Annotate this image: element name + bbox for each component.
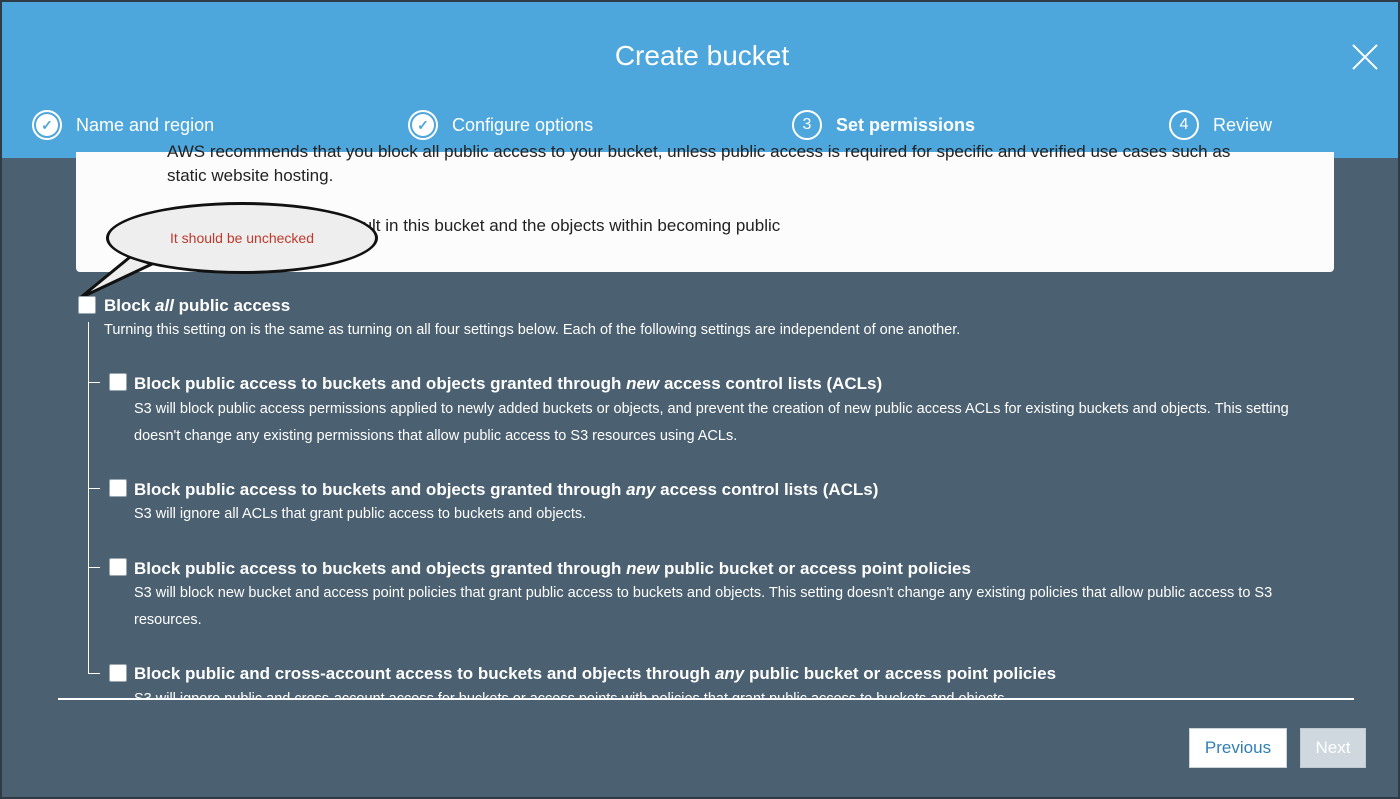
- step-set-permissions[interactable]: 3 Set permissions: [792, 108, 975, 142]
- checkmark-icon: ✓: [408, 110, 438, 140]
- tree-branch: [88, 488, 100, 489]
- checkmark-icon: ✓: [32, 110, 62, 140]
- step-label: Review: [1213, 114, 1273, 135]
- block-cross-account-description: S3 will ignore public and cross-account …: [134, 686, 1334, 698]
- block-cross-account-checkbox[interactable]: [109, 664, 127, 682]
- clip-region: S3 will ignore public and cross-account …: [134, 686, 1334, 698]
- step-name-and-region[interactable]: ✓ Name and region: [32, 108, 214, 142]
- step-label: Name and region: [76, 114, 215, 135]
- block-cross-account-title: Block public and cross-account access to…: [134, 664, 1057, 683]
- tree-line: [88, 322, 89, 674]
- step-number: 4: [1169, 110, 1199, 140]
- step-label: Configure options: [452, 114, 594, 135]
- footer-divider: [58, 698, 1354, 700]
- info-text: AWS recommends that you block all public…: [167, 142, 1231, 161]
- block-new-policies-title: Block public access to buckets and objec…: [134, 559, 971, 578]
- step-configure-options[interactable]: ✓ Configure options: [408, 108, 593, 142]
- info-text: static website hosting.: [167, 166, 334, 185]
- block-any-acls-description: S3 will ignore all ACLs that grant publi…: [134, 506, 587, 522]
- create-bucket-dialog: Create bucket ✓ Name and region ✓ Config…: [0, 0, 1400, 799]
- tree-branch: [88, 673, 100, 674]
- block-new-policies-description: S3 will block new bucket and access poin…: [134, 585, 1273, 628]
- dialog-header: Create bucket ✓ Name and region ✓ Config…: [2, 2, 1398, 158]
- dialog-title: Create bucket: [614, 40, 790, 71]
- previous-button[interactable]: Previous: [1189, 728, 1287, 768]
- next-button[interactable]: Next: [1300, 728, 1366, 768]
- step-number: 3: [792, 110, 822, 140]
- block-all-description: Turning this setting on is the same as t…: [104, 322, 961, 338]
- block-new-acls-description: S3 will block public access permissions …: [134, 401, 1289, 444]
- block-any-acls-title: Block public access to buckets and objec…: [134, 480, 879, 499]
- annotation-text: It should be unchecked: [170, 230, 314, 246]
- block-new-acls-title: Block public access to buckets and objec…: [134, 374, 883, 393]
- block-any-acls-checkbox[interactable]: [109, 479, 127, 497]
- annotation-bubble: It should be unchecked: [106, 202, 378, 274]
- close-icon[interactable]: [1350, 42, 1380, 72]
- block-new-acls-checkbox[interactable]: [109, 373, 127, 391]
- step-review[interactable]: 4 Review: [1169, 108, 1272, 142]
- block-all-checkbox[interactable]: [78, 296, 96, 314]
- step-label: Set permissions: [836, 114, 976, 135]
- tree-branch: [88, 382, 100, 383]
- block-new-policies-checkbox[interactable]: [109, 558, 127, 576]
- tree-branch: [88, 567, 100, 568]
- block-all-title: Block all public access: [104, 296, 291, 315]
